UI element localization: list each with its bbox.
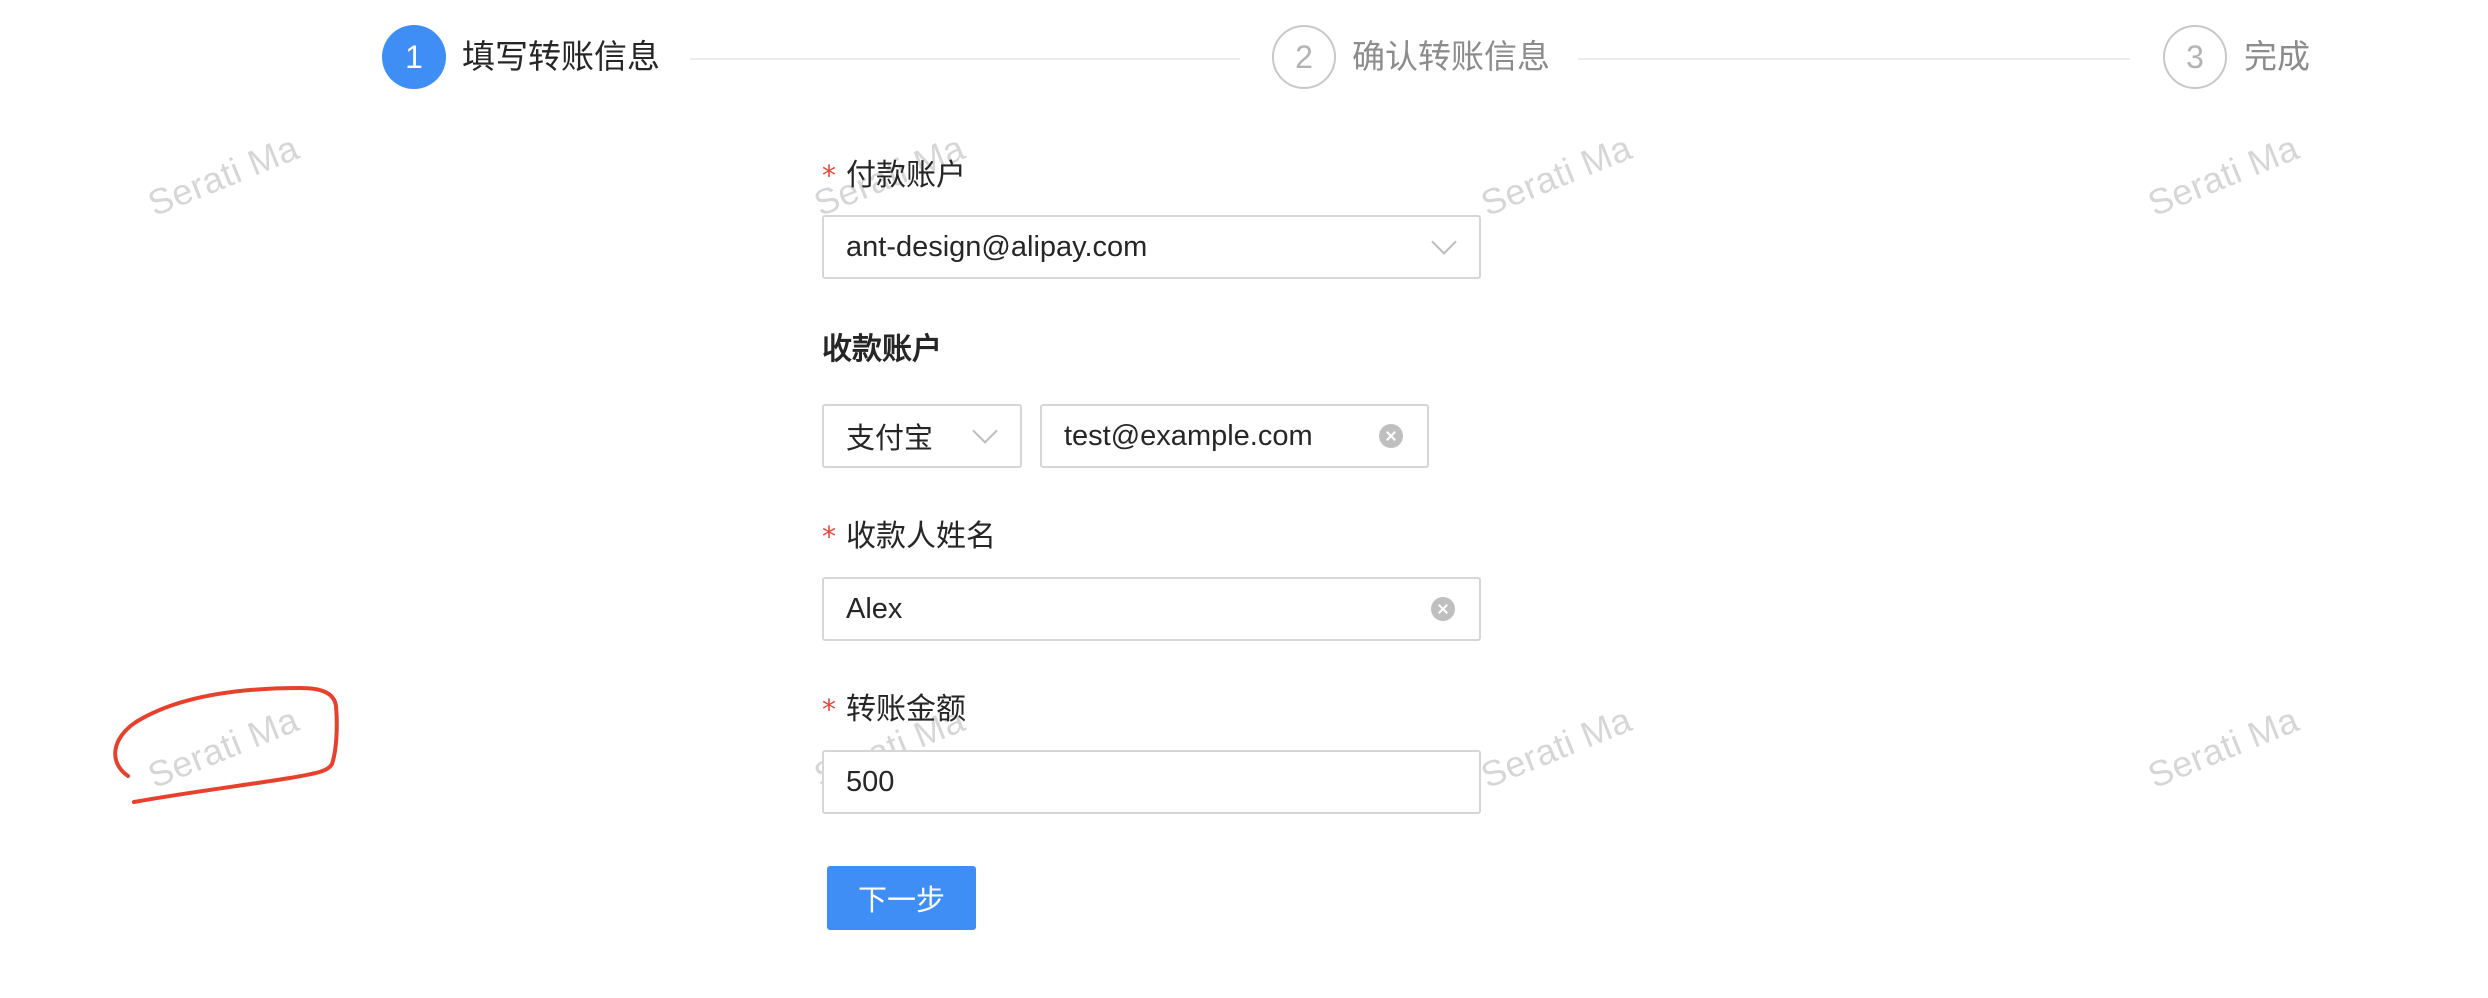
required-mark: * <box>822 693 836 726</box>
step-3-icon: 3 <box>2163 25 2227 89</box>
receive-account-type-select[interactable]: 支付宝 <box>822 404 1022 468</box>
watermark: Serati Ma <box>142 698 305 797</box>
receive-account-type-value: 支付宝 <box>846 423 934 455</box>
clear-icon[interactable] <box>1379 424 1403 448</box>
receiver-name-value: Alex <box>846 592 903 625</box>
receiver-name-label: * 收款人姓名 <box>822 520 996 553</box>
watermark: Serati Ma <box>1475 126 1638 225</box>
receive-account-input[interactable]: test@example.com <box>1040 404 1429 468</box>
watermark: Serati Ma <box>1475 698 1638 797</box>
chevron-down-icon <box>972 418 998 444</box>
pay-account-label: * 付款账户 <box>822 159 966 192</box>
watermark: Serati Ma <box>2142 698 2305 797</box>
step-1-title: 填写转账信息 <box>462 38 660 75</box>
pay-account-value: ant-design@alipay.com <box>846 230 1148 263</box>
step-1-icon: 1 <box>382 25 446 89</box>
steps-bar: 1 填写转账信息 2 确认转账信息 3 完成 <box>0 25 2488 93</box>
amount-input[interactable]: 500 <box>822 750 1481 814</box>
step-3-title: 完成 <box>2244 38 2310 75</box>
step-2-icon: 2 <box>1272 25 1336 89</box>
annotation-circle <box>113 686 339 804</box>
step-connector <box>1578 58 2130 60</box>
amount-value: 500 <box>846 765 895 798</box>
watermark: Serati Ma <box>142 126 305 225</box>
step-connector <box>690 58 1240 60</box>
step-2-title: 确认转账信息 <box>1352 38 1550 75</box>
amount-label: * 转账金额 <box>822 693 966 726</box>
receive-account-label: 收款账户 <box>822 333 942 366</box>
chevron-down-icon <box>1431 229 1457 255</box>
next-step-button[interactable]: 下一步 <box>827 866 976 930</box>
required-mark: * <box>822 520 836 553</box>
clear-icon[interactable] <box>1431 597 1455 621</box>
receiver-name-input[interactable]: Alex <box>822 577 1481 641</box>
pay-account-select[interactable]: ant-design@alipay.com <box>822 215 1481 279</box>
receive-account-value: test@example.com <box>1064 419 1313 452</box>
page: Serati Ma Serati Ma Serati Ma Serati Ma … <box>0 0 2488 998</box>
required-mark: * <box>822 159 836 192</box>
watermark: Serati Ma <box>2142 126 2305 225</box>
